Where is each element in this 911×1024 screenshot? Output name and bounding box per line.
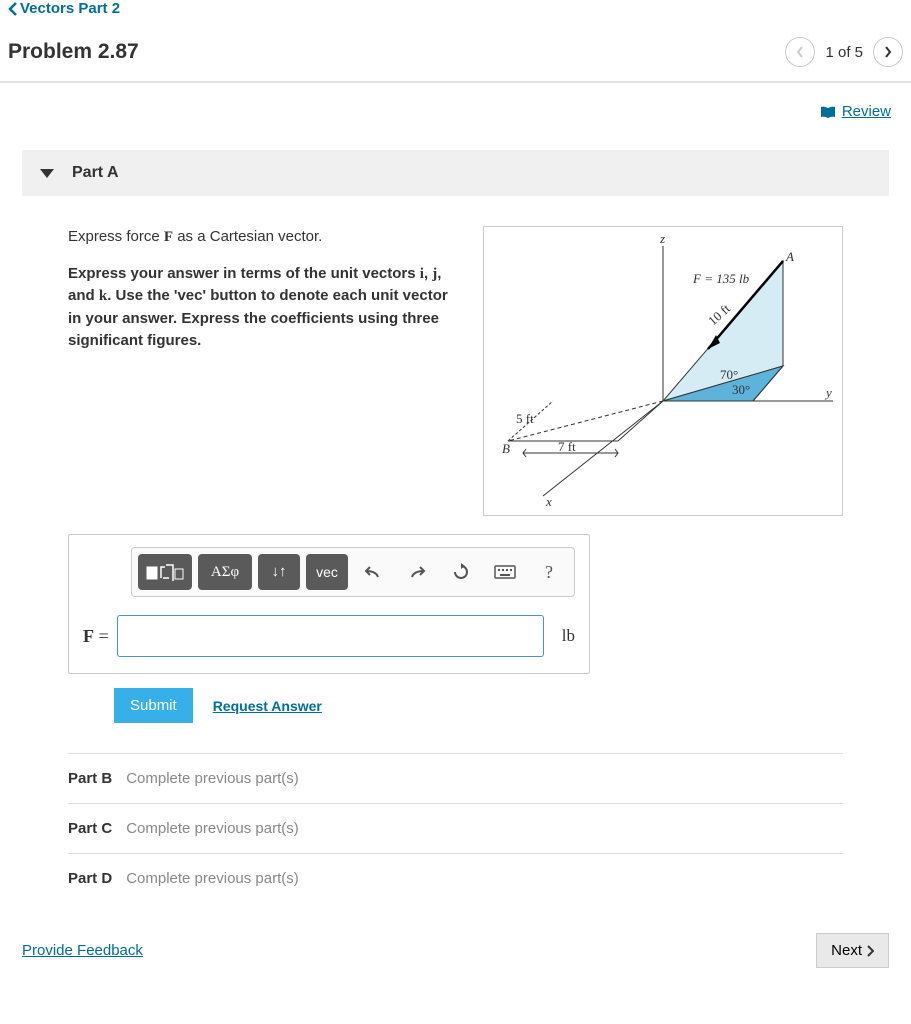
collapse-icon: [40, 169, 54, 178]
chevron-right-icon: [883, 45, 893, 59]
vec-button[interactable]: vec: [306, 554, 348, 590]
undo-button[interactable]: [354, 554, 392, 590]
prev-problem-button: [785, 37, 815, 67]
chevron-left-icon: [795, 45, 805, 59]
template-icon: [145, 561, 185, 583]
part-a-label: Part A: [72, 164, 119, 182]
breadcrumb-back[interactable]: Vectors Part 2: [8, 0, 903, 17]
part-c-row: Part C Complete previous part(s): [68, 804, 843, 854]
answer-box: ΑΣφ ↓↑ vec ? F = lb: [68, 534, 590, 674]
part-b-label: Part B: [68, 770, 112, 787]
equation-toolbar: ΑΣφ ↓↑ vec ?: [131, 547, 575, 597]
svg-text:5 ft: 5 ft: [516, 411, 534, 426]
svg-text:70°: 70°: [720, 367, 738, 382]
svg-text:y: y: [824, 385, 832, 400]
templates-button[interactable]: [138, 554, 192, 590]
part-d-msg: Complete previous part(s): [126, 870, 299, 887]
next-button[interactable]: Next: [816, 933, 889, 968]
page-count: 1 of 5: [825, 44, 863, 61]
svg-text:z: z: [659, 231, 665, 246]
svg-text:30°: 30°: [732, 382, 750, 397]
part-b-msg: Complete previous part(s): [126, 770, 299, 787]
subsup-button[interactable]: ↓↑: [258, 554, 300, 590]
svg-text:A: A: [785, 249, 794, 264]
reset-icon: [452, 563, 470, 581]
review-label: Review: [842, 103, 891, 120]
next-label: Next: [831, 942, 862, 959]
breadcrumb-label: Vectors Part 2: [20, 0, 120, 17]
part-b-row: Part B Complete previous part(s): [68, 754, 843, 804]
equation-lhs: F =: [83, 626, 109, 647]
book-icon: [820, 106, 836, 118]
part-c-label: Part C: [68, 820, 112, 837]
request-answer-link[interactable]: Request Answer: [213, 698, 322, 714]
part-d-label: Part D: [68, 870, 112, 887]
help-button[interactable]: ?: [530, 554, 568, 590]
keyboard-button[interactable]: [486, 554, 524, 590]
chevron-right-icon: [866, 945, 874, 957]
question-text: Express force F as a Cartesian vector. E…: [68, 226, 463, 516]
provide-feedback-link[interactable]: Provide Feedback: [22, 942, 143, 959]
keyboard-icon: [494, 565, 516, 579]
part-d-row: Part D Complete previous part(s): [68, 854, 843, 903]
reset-button[interactable]: [442, 554, 480, 590]
svg-text:x: x: [545, 494, 552, 509]
symbols-button[interactable]: ΑΣφ: [198, 554, 252, 590]
part-a-header[interactable]: Part A: [22, 150, 889, 196]
submit-button[interactable]: Submit: [114, 688, 193, 723]
redo-button[interactable]: [398, 554, 436, 590]
review-link[interactable]: Review: [820, 103, 891, 120]
part-c-msg: Complete previous part(s): [126, 820, 299, 837]
svg-text:F = 135 lb: F = 135 lb: [692, 271, 750, 286]
problem-figure: z y x A F = 135 l: [483, 226, 843, 516]
next-problem-button[interactable]: [873, 37, 903, 67]
svg-text:B: B: [502, 441, 510, 456]
undo-icon: [364, 564, 382, 580]
svg-text:7 ft: 7 ft: [558, 439, 576, 454]
answer-input[interactable]: [117, 615, 544, 657]
chevron-left-icon: [8, 2, 18, 16]
unit-label: lb: [562, 626, 575, 646]
page-title: Problem 2.87: [8, 40, 139, 64]
redo-icon: [408, 564, 426, 580]
